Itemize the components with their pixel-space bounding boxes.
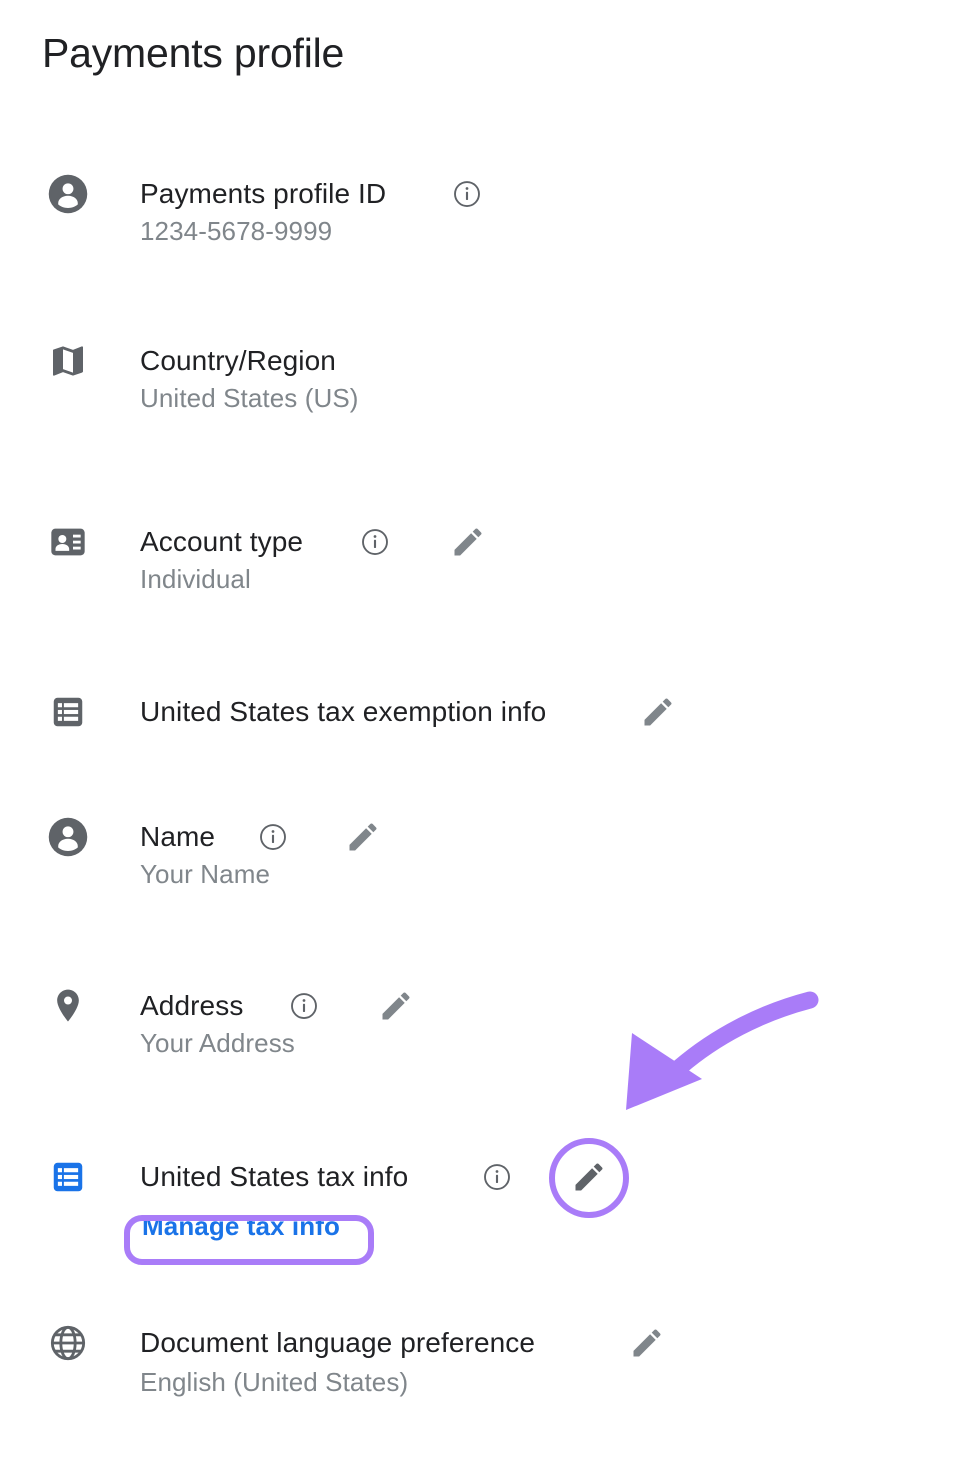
row-country-region: Country/Region United States (US) bbox=[0, 337, 960, 413]
contact-card-icon bbox=[46, 520, 90, 564]
page-title: Payments profile bbox=[42, 30, 345, 76]
row-address: Address Your Address bbox=[0, 982, 960, 1058]
row-label: Payments profile ID bbox=[140, 178, 387, 209]
row-document-language-preference: Document language preference English (Un… bbox=[0, 1319, 960, 1397]
row-value: Your Address bbox=[140, 1028, 295, 1058]
manage-tax-info-link[interactable]: Manage tax info bbox=[142, 1211, 340, 1242]
row-label: Document language preference bbox=[140, 1327, 536, 1358]
list-icon bbox=[46, 690, 90, 734]
info-icon[interactable] bbox=[289, 991, 319, 1021]
row-label: United States tax info bbox=[140, 1161, 409, 1192]
edit-pencil-icon[interactable] bbox=[629, 1325, 665, 1361]
row-payments-profile-id: Payments profile ID 1234-5678-9999 bbox=[0, 170, 960, 246]
list-icon bbox=[46, 1155, 90, 1199]
row-label: United States tax exemption info bbox=[140, 696, 547, 727]
row-account-type: Account type Individual bbox=[0, 518, 960, 594]
edit-pencil-icon[interactable] bbox=[640, 694, 676, 730]
map-icon bbox=[46, 339, 90, 383]
payments-profile-page: Payments profile Payments profile ID 123… bbox=[0, 0, 960, 1462]
info-icon[interactable] bbox=[452, 179, 482, 209]
row-name: Name Your Name bbox=[0, 813, 960, 889]
row-value: Individual bbox=[140, 564, 251, 594]
info-icon[interactable] bbox=[360, 527, 390, 557]
location-pin-icon bbox=[46, 984, 90, 1028]
info-icon[interactable] bbox=[482, 1162, 512, 1192]
row-value: United States (US) bbox=[140, 383, 359, 413]
globe-icon bbox=[46, 1321, 90, 1365]
row-value: 1234-5678-9999 bbox=[140, 216, 333, 246]
row-label: Address bbox=[140, 990, 244, 1021]
edit-pencil-icon[interactable] bbox=[450, 524, 486, 560]
edit-pencil-icon[interactable] bbox=[378, 988, 414, 1024]
row-label: Name bbox=[140, 821, 216, 852]
edit-pencil-icon[interactable] bbox=[345, 819, 381, 855]
person-icon bbox=[46, 172, 90, 216]
edit-pencil-united-states-tax-info[interactable] bbox=[571, 1159, 607, 1195]
info-icon[interactable] bbox=[258, 822, 288, 852]
row-united-states-tax-exemption-info: United States tax exemption info bbox=[0, 688, 960, 736]
person-icon bbox=[46, 815, 90, 859]
row-united-states-tax-info: United States tax info Manage tax info bbox=[0, 1153, 960, 1241]
row-value: English (United States) bbox=[140, 1367, 409, 1397]
row-value: Your Name bbox=[140, 859, 271, 889]
row-label: Account type bbox=[140, 526, 304, 557]
row-label: Country/Region bbox=[140, 345, 336, 376]
